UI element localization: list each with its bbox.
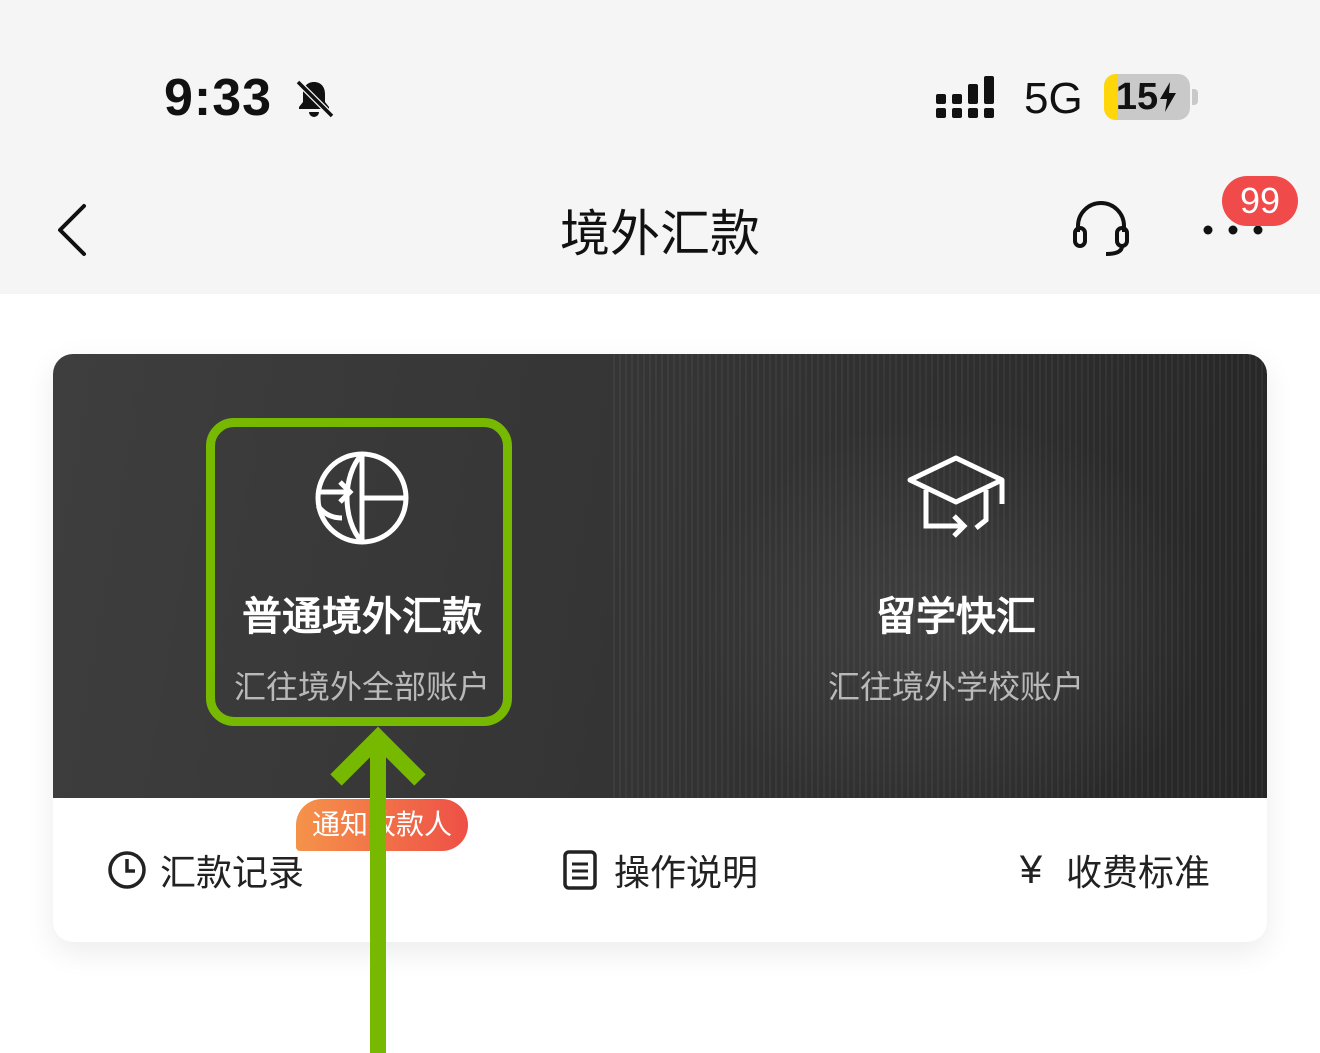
highlight-box	[206, 418, 512, 726]
remittance-history-link[interactable]: 汇款记录	[106, 840, 304, 900]
status-time: 9:33	[164, 69, 273, 127]
quick-link-label: 收费标准	[1066, 853, 1211, 894]
notify-payee-tag[interactable]: 通知收款人	[296, 799, 468, 851]
notification-badge: 99	[1222, 176, 1298, 226]
signal-icon	[936, 76, 994, 118]
battery-charging-icon: 15	[1104, 74, 1190, 120]
instructions-link[interactable]: 操作说明	[560, 840, 758, 900]
quick-link-label: 操作说明	[614, 853, 759, 894]
option-title: 留学快汇	[876, 594, 1036, 640]
option-study-abroad-remittance[interactable]: 留学快汇 汇往境外学校账户	[756, 354, 1156, 734]
battery-level: 15	[1115, 75, 1159, 118]
yen-icon: ¥	[1019, 847, 1043, 892]
charging-bolt-icon	[1160, 82, 1177, 112]
battery-cap	[1192, 89, 1198, 105]
graduation-cap-icon	[907, 455, 1005, 538]
bell-off-icon	[295, 79, 335, 119]
document-icon	[563, 850, 597, 890]
chevron-left-icon[interactable]	[50, 200, 100, 260]
network-type: 5G	[1024, 74, 1083, 123]
clock-icon	[108, 851, 146, 889]
headset-icon[interactable]	[1070, 200, 1132, 258]
option-subtitle: 汇往境外学校账户	[827, 668, 1084, 706]
fee-standard-link[interactable]: ¥ 收费标准	[1012, 840, 1210, 900]
quick-link-label: 汇款记录	[160, 853, 305, 894]
screen: 9:33 5G 15 境外汇款 99 普通境外汇款 汇往境外全部账户 留学快汇 …	[0, 0, 1320, 1053]
